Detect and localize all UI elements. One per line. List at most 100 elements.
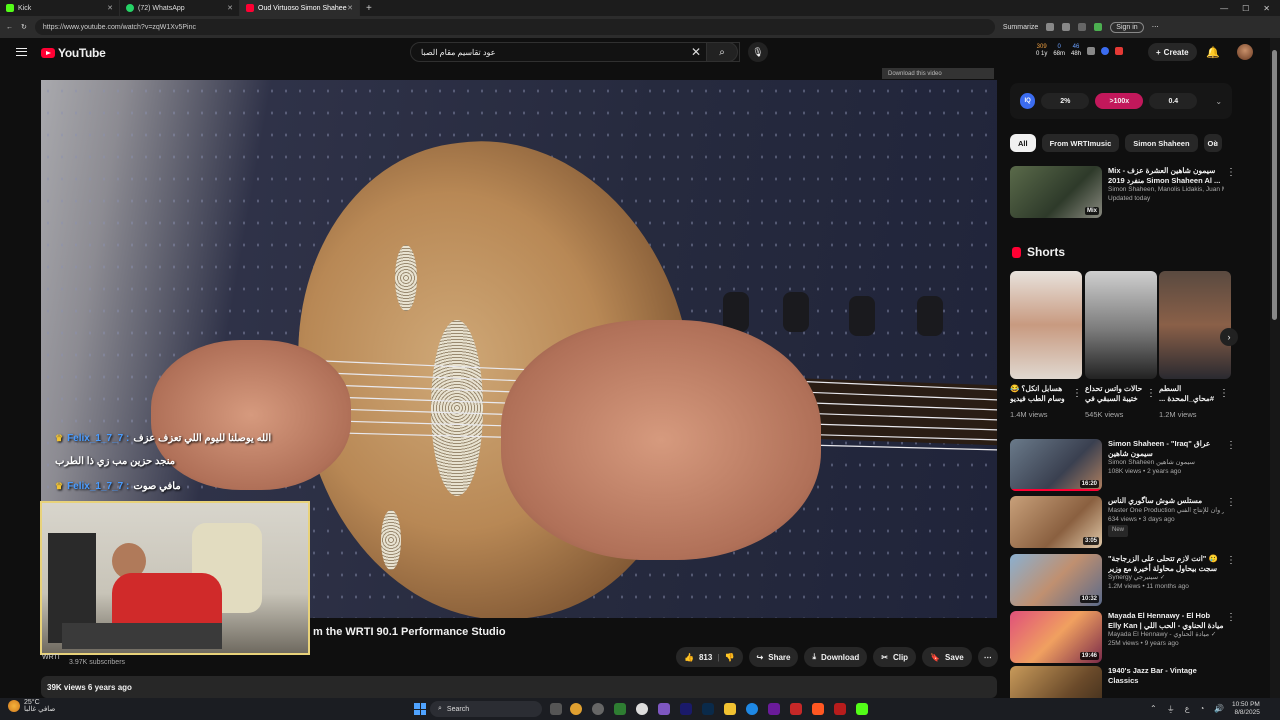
menu-hamburger-icon[interactable] bbox=[16, 48, 27, 56]
video-thumbnail[interactable]: 10:32 bbox=[1010, 554, 1102, 606]
create-button[interactable]: + Create bbox=[1148, 43, 1197, 61]
maximize-icon[interactable]: ☐ bbox=[1242, 4, 1249, 13]
short-title[interactable]: السطم ‎#محاي_المحدة ... bbox=[1159, 384, 1223, 404]
address-bar[interactable]: https://www.youtube.com/watch?v=zqW1Xv5P… bbox=[34, 19, 995, 35]
app-icon[interactable] bbox=[790, 703, 802, 715]
app-icon[interactable] bbox=[592, 703, 604, 715]
usb-icon[interactable]: ⏚ bbox=[1167, 704, 1175, 715]
back-icon[interactable]: ← bbox=[6, 24, 13, 31]
short-title[interactable]: حالات واتس تحداع ختيبة السبقي في bbox=[1085, 384, 1149, 404]
more-vert-icon[interactable]: ⋮ bbox=[1146, 388, 1156, 399]
search-input[interactable]: عود تقاسيم مقام الصبا ✕ bbox=[410, 42, 740, 62]
video-thumbnail[interactable]: 16:20 bbox=[1010, 439, 1102, 491]
edge-icon[interactable] bbox=[746, 703, 758, 715]
browser-tab-youtube[interactable]: Oud Virtuoso Simon Shahee ✕ bbox=[240, 0, 360, 16]
short-title[interactable]: هسابل انكل؟ 😂 وسام الطب فيديو bbox=[1010, 384, 1074, 404]
close-window-icon[interactable]: ✕ bbox=[1263, 4, 1270, 13]
close-tab-icon[interactable]: ✕ bbox=[107, 4, 113, 12]
download-button[interactable]: ⤓ Download bbox=[804, 647, 868, 667]
star-icon[interactable] bbox=[1078, 23, 1087, 31]
channel-avatar[interactable]: WRTI bbox=[42, 654, 62, 666]
extension-icon[interactable] bbox=[1087, 47, 1096, 55]
close-tab-icon[interactable]: ✕ bbox=[347, 4, 353, 12]
iq-icon[interactable]: IQ bbox=[1020, 93, 1036, 109]
related-video[interactable]: 19:46 Mayada El Hennawy - El Hob Elly Ka… bbox=[1010, 611, 1236, 663]
photoshop-icon[interactable] bbox=[702, 703, 714, 715]
clip-button[interactable]: ✂ Clip bbox=[873, 647, 917, 667]
speed-option[interactable]: 0.4 bbox=[1149, 93, 1198, 109]
taskbar-clock[interactable]: 10:50 PM 8/8/2025 bbox=[1232, 701, 1260, 717]
menu-icon[interactable]: ⋯ bbox=[1152, 23, 1159, 31]
youtube-logo[interactable]: YouTube bbox=[41, 46, 106, 60]
extension-icon[interactable] bbox=[1115, 47, 1124, 55]
short-thumbnail[interactable] bbox=[1159, 271, 1231, 379]
chip-from-channel[interactable]: From WRTImusic bbox=[1041, 134, 1120, 152]
chip-simon-shaheen[interactable]: Simon Shaheen bbox=[1125, 134, 1198, 152]
download-video-overlay[interactable]: Download this video bbox=[882, 68, 994, 79]
video-thumbnail[interactable]: 3:05 bbox=[1010, 496, 1102, 548]
close-tab-icon[interactable]: ✕ bbox=[227, 4, 233, 12]
more-actions-button[interactable]: ⋯ bbox=[977, 647, 998, 667]
related-video[interactable]: 16:20 Simon Shaheen - "Iraq" عراق سيمون … bbox=[1010, 439, 1236, 491]
video-thumbnail[interactable] bbox=[1010, 666, 1102, 698]
clear-search-icon[interactable]: ✕ bbox=[691, 45, 701, 59]
more-vert-icon[interactable]: ⋮ bbox=[1219, 388, 1229, 399]
extension-icon[interactable] bbox=[1094, 23, 1103, 31]
wifi-icon[interactable]: ◔ bbox=[1199, 704, 1204, 715]
search-button[interactable]: ⌕ bbox=[706, 42, 738, 62]
chevron-right-icon[interactable]: › bbox=[1214, 137, 1217, 148]
app-icon[interactable] bbox=[834, 703, 846, 715]
short-thumbnail[interactable] bbox=[1085, 271, 1157, 379]
summarize-button[interactable]: Summarize bbox=[1003, 24, 1038, 31]
speed-option-active[interactable]: >100x bbox=[1095, 93, 1144, 109]
extension-icon[interactable] bbox=[1101, 47, 1110, 55]
more-vert-icon[interactable]: ⋮ bbox=[1226, 556, 1236, 566]
browser-tab-kick[interactable]: Kick ✕ bbox=[0, 0, 120, 16]
speed-option[interactable]: 2% bbox=[1041, 93, 1090, 109]
notifications-bell-icon[interactable]: 🔔 bbox=[1206, 46, 1220, 59]
visual-studio-icon[interactable] bbox=[768, 703, 780, 715]
more-vert-icon[interactable]: ⋮ bbox=[1226, 613, 1236, 623]
related-video[interactable]: 3:05 مستلس شوش ساگوري الناس Master One P… bbox=[1010, 496, 1236, 548]
extension-icon[interactable] bbox=[1062, 23, 1071, 31]
chevron-right-icon[interactable]: › bbox=[1220, 328, 1238, 346]
more-vert-icon[interactable]: ⋮ bbox=[1226, 168, 1236, 178]
app-icon[interactable] bbox=[658, 703, 670, 715]
language-indicator[interactable]: ع bbox=[1185, 704, 1190, 715]
app-icon[interactable] bbox=[570, 703, 582, 715]
app-icon[interactable] bbox=[636, 703, 648, 715]
save-button[interactable]: 🔖 Save bbox=[922, 647, 972, 667]
task-view-icon[interactable] bbox=[550, 703, 562, 715]
short-thumbnail[interactable] bbox=[1010, 271, 1082, 379]
more-vert-icon[interactable]: ⋮ bbox=[1226, 441, 1236, 451]
weather-widget[interactable]: 25°C صافي غالبا bbox=[8, 699, 55, 713]
video-thumbnail[interactable]: Mix bbox=[1010, 166, 1102, 218]
sign-in-button[interactable]: Sign in bbox=[1110, 21, 1144, 33]
reload-icon[interactable]: ↻ bbox=[21, 23, 27, 31]
chip-more[interactable]: Ou bbox=[1203, 134, 1222, 152]
more-vert-icon[interactable]: ⋮ bbox=[1072, 388, 1082, 399]
file-explorer-icon[interactable] bbox=[724, 703, 736, 715]
chip-all[interactable]: All bbox=[1010, 134, 1036, 152]
related-video[interactable]: 10:32 🥲 "انت لازم تتحلى على الزرجاجة" سج… bbox=[1010, 554, 1236, 606]
scrollbar-thumb[interactable] bbox=[1272, 50, 1277, 320]
share-button[interactable]: ↪ Share bbox=[748, 647, 799, 667]
related-video-mix[interactable]: Mix Mix - سيمون شاهين العشرة عزف منفرد 2… bbox=[1010, 166, 1236, 218]
chevron-up-icon[interactable]: ⌃ bbox=[1150, 704, 1157, 715]
brave-icon[interactable] bbox=[812, 703, 824, 715]
chevron-down-icon[interactable]: ⌄ bbox=[1215, 97, 1222, 106]
video-thumbnail[interactable]: 19:46 bbox=[1010, 611, 1102, 663]
extension-icon[interactable] bbox=[1046, 23, 1055, 31]
new-tab-button[interactable]: + bbox=[360, 3, 378, 14]
more-vert-icon[interactable]: ⋮ bbox=[1226, 498, 1236, 508]
volume-icon[interactable]: 🔊 bbox=[1214, 704, 1224, 715]
premiere-icon[interactable] bbox=[680, 703, 692, 715]
taskbar-search[interactable]: ⌕ Search bbox=[430, 701, 542, 717]
browser-tab-whatsapp[interactable]: (72) WhatsApp ✕ bbox=[120, 0, 240, 16]
thumbs-down-icon[interactable]: 👎 bbox=[725, 653, 735, 662]
windows-start-icon[interactable] bbox=[414, 703, 426, 715]
app-icon[interactable] bbox=[614, 703, 626, 715]
minimize-icon[interactable]: — bbox=[1220, 4, 1228, 13]
description-box[interactable]: 39K views 6 years ago bbox=[41, 676, 997, 698]
like-button[interactable]: 👍 813 | 👎 bbox=[676, 647, 743, 667]
